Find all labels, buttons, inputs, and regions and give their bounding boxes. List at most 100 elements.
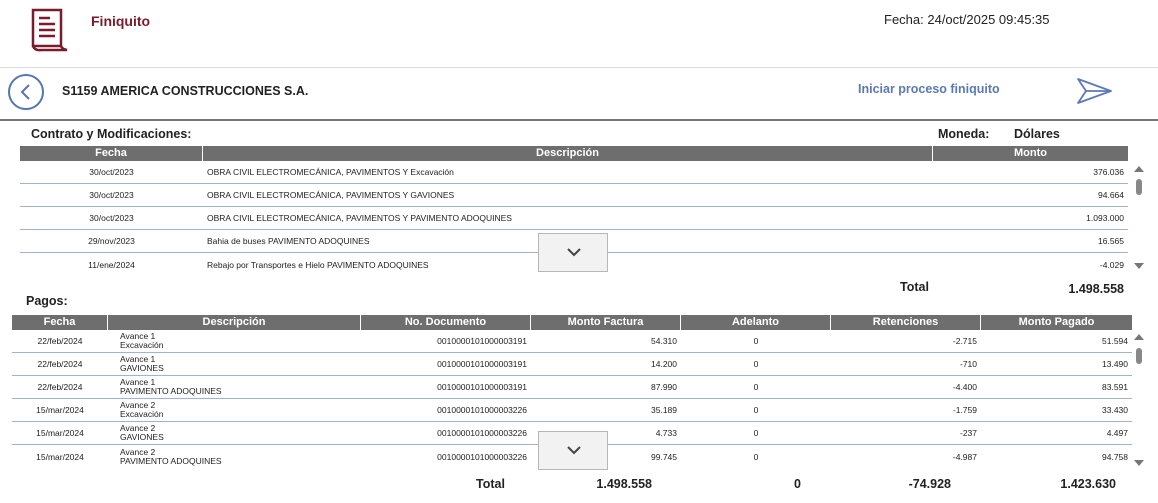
pagos-table-header: Fecha Descripción No. Documento Monto Fa… — [12, 315, 1132, 330]
col-header-monto-pagado[interactable]: Monto Pagado — [981, 315, 1132, 330]
cell-descripcion: Avance 2 PAVIMENTO ADOQUINES — [108, 445, 361, 468]
chevron-down-icon — [567, 248, 581, 257]
col-header-monto[interactable]: Monto — [933, 146, 1128, 161]
company-name: S1159 AMERICA CONSTRUCCIONES S.A. — [62, 84, 309, 98]
col-header-fecha[interactable]: Fecha — [12, 315, 108, 330]
cell-documento: 0010000101000003226 — [437, 428, 527, 438]
table-row[interactable]: 30/oct/2023 OBRA CIVIL ELECTROMECÁNICA, P… — [20, 207, 1128, 230]
cell-descripcion: OBRA CIVIL ELECTROMECÁNICA, PAVIMENTOS Y… — [207, 167, 454, 177]
table-row[interactable]: 15/mar/2024 Avance 2 Excavación 00100001010… — [12, 399, 1132, 422]
cell-adelanto: 0 — [753, 428, 759, 438]
cell-documento: 0010000101000003226 — [437, 451, 527, 462]
scroll-down-button[interactable] — [538, 431, 608, 470]
cell-monto-pagado: 33.430 — [1102, 405, 1128, 415]
chevron-down-icon — [567, 446, 581, 455]
cell-fecha: 11/ene/2024 — [88, 259, 135, 270]
cell-monto-factura: 14.200 — [651, 359, 677, 369]
iniciar-finiquito-link[interactable]: Iniciar proceso finiquito — [858, 82, 1000, 96]
cell-adelanto: 0 — [753, 359, 759, 369]
table-row[interactable]: 30/oct/2023 OBRA CIVIL ELECTROMECÁNICA, P… — [20, 184, 1128, 207]
cell-fecha: 30/oct/2023 — [89, 190, 134, 200]
contrato-total-value: 1.498.558 — [1068, 282, 1124, 296]
cell-monto: 16.565 — [1098, 236, 1124, 246]
moneda-value: Dólares — [1014, 127, 1060, 141]
col-header-documento[interactable]: No. Documento — [361, 315, 531, 330]
cell-adelanto: 0 — [753, 405, 759, 415]
cell-monto-factura: 87.990 — [651, 382, 677, 392]
scroll-up-arrow-icon[interactable] — [1134, 334, 1144, 340]
col-header-descripcion[interactable]: Descripción — [203, 146, 933, 161]
scroll-down-button[interactable] — [538, 233, 608, 272]
table-row[interactable]: 22/feb/2024 Avance 1 PAVIMENTO ADOQUINES 00… — [12, 376, 1132, 399]
cell-monto-pagado: 4.497 — [1106, 428, 1128, 438]
col-header-adelanto[interactable]: Adelanto — [681, 315, 831, 330]
cell-fecha: 30/oct/2023 — [89, 213, 134, 223]
cell-retenciones: -1.759 — [952, 405, 977, 415]
app-header: Finiquito Fecha: 24/oct/2025 09:45:35 — [0, 0, 1158, 68]
cell-documento: 0010000101000003226 — [437, 405, 527, 415]
moneda-label: Moneda: — [938, 127, 990, 141]
document-icon — [31, 8, 68, 52]
col-header-descripcion[interactable]: Descripción — [108, 315, 361, 330]
cell-fecha: 15/mar/2024 — [36, 405, 84, 415]
cell-fecha: 22/feb/2024 — [37, 382, 83, 392]
cell-monto-factura: 54.310 — [651, 336, 677, 346]
descripcion-line2: Excavación — [120, 340, 164, 350]
cell-fecha: 22/feb/2024 — [37, 359, 83, 369]
pagos-total-adelanto: 0 — [794, 477, 801, 491]
company-bar: S1159 AMERICA CONSTRUCCIONES S.A. Inicia… — [0, 69, 1158, 121]
cell-retenciones: -4.400 — [952, 382, 977, 392]
cell-retenciones: -710 — [959, 359, 977, 369]
cell-monto: -4.029 — [1099, 259, 1124, 270]
table-row[interactable]: 22/feb/2024 Avance 1 Excavación 00100001010… — [12, 330, 1132, 353]
scroll-down-arrow-icon[interactable] — [1134, 460, 1144, 466]
pagos-total-factura: 1.498.558 — [596, 477, 652, 491]
scroll-thumb[interactable] — [1136, 348, 1142, 364]
cell-monto-pagado: 51.594 — [1102, 336, 1128, 346]
cell-monto-pagado: 13.490 — [1102, 359, 1128, 369]
cell-monto: 94.664 — [1098, 190, 1124, 200]
cell-monto-pagado: 83.591 — [1102, 382, 1128, 392]
cell-monto-factura: 35.189 — [651, 405, 677, 415]
cell-descripcion: Avance 1 GAVIONES — [108, 353, 361, 375]
cell-fecha: 15/mar/2024 — [36, 451, 84, 462]
cell-descripcion: Avance 2 Excavación — [108, 399, 361, 421]
pagos-total-pagado: 1.423.630 — [1060, 477, 1116, 491]
cell-fecha: 30/oct/2023 — [89, 167, 134, 177]
pagos-scrollbar[interactable] — [1134, 334, 1144, 466]
cell-fecha: 15/mar/2024 — [36, 428, 84, 438]
table-row[interactable]: 22/feb/2024 Avance 1 GAVIONES 0010000101000… — [12, 353, 1132, 376]
descripcion-line2: GAVIONES — [120, 432, 164, 442]
table-row[interactable]: 30/oct/2023 OBRA CIVIL ELECTROMECÁNICA, P… — [20, 161, 1128, 184]
cell-documento: 0010000101000003191 — [437, 382, 527, 392]
cell-documento: 0010000101000003191 — [437, 336, 527, 346]
descripcion-line2: PAVIMENTO ADOQUINES — [120, 455, 222, 466]
scroll-up-arrow-icon[interactable] — [1134, 166, 1144, 172]
col-header-fecha[interactable]: Fecha — [20, 146, 203, 161]
cell-descripcion: OBRA CIVIL ELECTROMECÁNICA, PAVIMENTOS Y… — [207, 190, 455, 200]
chevron-left-icon — [20, 84, 30, 100]
col-header-retenciones[interactable]: Retenciones — [831, 315, 981, 330]
timestamp: Fecha: 24/oct/2025 09:45:35 — [884, 12, 1050, 27]
scroll-down-arrow-icon[interactable] — [1134, 263, 1144, 269]
cell-retenciones: -2.715 — [952, 336, 977, 346]
cell-fecha: 29/nov/2023 — [88, 236, 135, 246]
cell-adelanto: 0 — [753, 336, 759, 346]
cell-monto-pagado: 94.758 — [1102, 451, 1128, 462]
cell-retenciones: -237 — [959, 428, 977, 438]
contrato-scrollbar[interactable] — [1134, 166, 1144, 269]
pagos-total-label: Total — [476, 477, 505, 491]
contrato-total-label: Total — [900, 280, 929, 294]
cell-descripcion: Avance 1 PAVIMENTO ADOQUINES — [108, 376, 361, 398]
pagos-total-retenciones: -74.928 — [908, 477, 951, 491]
cell-documento: 0010000101000003191 — [437, 359, 527, 369]
cell-adelanto: 0 — [753, 451, 759, 462]
contrato-section-label: Contrato y Modificaciones: — [31, 127, 192, 141]
descripcion-line2: Excavación — [120, 409, 164, 419]
send-icon[interactable] — [1076, 77, 1114, 105]
cell-monto: 1.093.000 — [1086, 213, 1124, 223]
contrato-table-header: Fecha Descripción Monto — [20, 146, 1128, 161]
col-header-monto-factura[interactable]: Monto Factura — [531, 315, 681, 330]
scroll-thumb[interactable] — [1136, 179, 1142, 195]
back-button[interactable] — [8, 74, 44, 110]
